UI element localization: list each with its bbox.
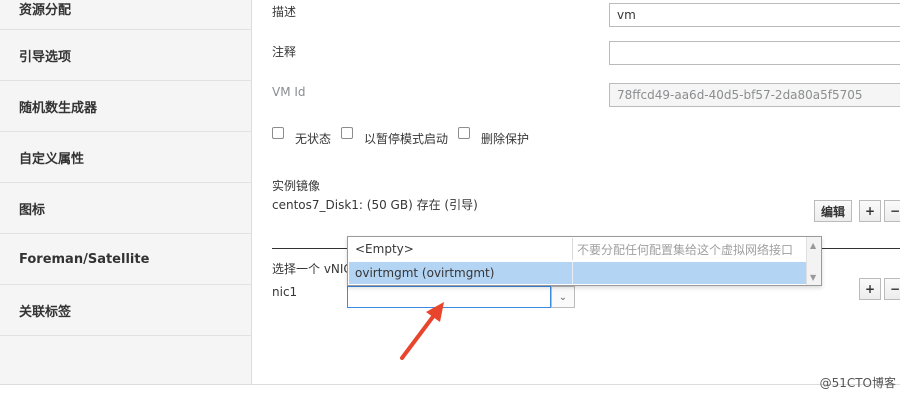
option-name: <Empty> xyxy=(355,242,414,256)
sidebar-item-label: 资源分配 xyxy=(19,3,72,18)
nic-name-label: nic1 xyxy=(272,285,298,299)
vmid-label: VM Id xyxy=(272,85,306,99)
comment-input[interactable] xyxy=(609,41,900,65)
instance-image-value: centos7_Disk1: (50 GB) 存在 (引导) xyxy=(272,198,478,212)
start-paused-checkbox[interactable] xyxy=(341,127,353,139)
edit-button[interactable]: 编辑 xyxy=(814,200,852,222)
sidebar-item-boot-options[interactable]: 引导选项 xyxy=(0,30,251,81)
description-input[interactable] xyxy=(609,3,900,27)
stateless-checkbox[interactable] xyxy=(272,127,284,139)
delete-protection-checkbox[interactable] xyxy=(458,127,470,139)
dropdown-option-ovirtmgmt[interactable]: ovirtmgmt (ovirtmgmt) xyxy=(349,262,806,284)
add-image-button[interactable]: + xyxy=(859,200,881,222)
sidebar-item-label: 图标 xyxy=(19,202,46,218)
add-nic-button[interactable]: + xyxy=(859,278,881,300)
sidebar-item-label: Foreman/Satellite xyxy=(19,251,150,267)
comment-label: 注释 xyxy=(272,45,297,59)
sidebar-item-icon[interactable]: 图标 xyxy=(0,183,251,234)
sidebar-item-label: 自定义属性 xyxy=(19,151,85,167)
start-paused-label: 以暂停模式启动 xyxy=(364,132,449,146)
instance-image-label: 实例镜像 xyxy=(272,179,321,193)
vnic-profile-dropdown: <Empty> 不要分配任何配置集给这个虚拟网络接口 ovirtmgmt (ov… xyxy=(347,236,822,286)
scroll-up-icon[interactable]: ▲ xyxy=(810,241,816,250)
scroll-down-icon[interactable]: ▼ xyxy=(810,273,816,282)
sidebar-item-label: 引导选项 xyxy=(19,49,72,65)
sidebar-item-label: 随机数生成器 xyxy=(19,100,98,116)
option-description: 不要分配任何配置集给这个虚拟网络接口 xyxy=(577,242,794,257)
chevron-down-icon[interactable]: ⌄ xyxy=(551,286,575,308)
sidebar-item-affinity-labels[interactable]: 关联标签 xyxy=(0,285,251,336)
option-name: ovirtmgmt (ovirtmgmt) xyxy=(355,266,495,280)
sidebar-item-custom-properties[interactable]: 自定义属性 xyxy=(0,132,251,183)
remove-image-button[interactable]: − xyxy=(884,200,900,222)
sidebar: 资源分配 引导选项 随机数生成器 自定义属性 图标 Foreman/Satell… xyxy=(0,0,252,384)
sidebar-item-random-generator[interactable]: 随机数生成器 xyxy=(0,81,251,132)
delete-protection-label: 删除保护 xyxy=(481,132,530,146)
stateless-label: 无状态 xyxy=(295,132,332,146)
sidebar-item-resource-allocation[interactable]: 资源分配 xyxy=(0,0,251,30)
description-label: 描述 xyxy=(272,5,297,19)
annotation-arrow-icon xyxy=(400,302,444,360)
dropdown-scrollbar[interactable]: ▲ ▼ xyxy=(806,237,821,285)
vmid-field xyxy=(609,83,900,107)
sidebar-item-label: 关联标签 xyxy=(19,304,72,320)
remove-nic-button[interactable]: − xyxy=(884,278,900,300)
sidebar-item-foreman-satellite[interactable]: Foreman/Satellite xyxy=(0,234,251,285)
bottom-bar xyxy=(0,384,900,401)
dropdown-option-empty[interactable]: <Empty> 不要分配任何配置集给这个虚拟网络接口 xyxy=(349,238,806,260)
vnic-label: 选择一个 vNIC xyxy=(272,262,352,276)
watermark: @51CTO博客 xyxy=(819,376,896,390)
